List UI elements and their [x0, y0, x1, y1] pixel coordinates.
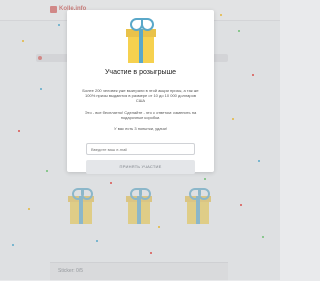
confetti-icon: [240, 204, 242, 206]
confetti-icon: [46, 170, 48, 172]
submit-button[interactable]: ПРИНЯТЬ УЧАСТИЕ: [86, 160, 195, 174]
confetti-icon: [96, 240, 98, 242]
confetti-icon: [220, 14, 222, 16]
confetti-icon: [12, 244, 14, 246]
confetti-icon: [204, 178, 206, 180]
confetti-icon: [150, 252, 152, 254]
email-input[interactable]: [86, 143, 195, 155]
modal-description: Более 200 человек уже выиграли в этой ак…: [82, 88, 199, 103]
confetti-icon: [158, 226, 160, 228]
modal-attempts-text: У вас есть 3 попытки, удачи!: [114, 126, 167, 131]
raffle-modal: Участие в розыгрыше Более 200 человек уж…: [67, 10, 214, 174]
confetti-icon: [58, 24, 60, 26]
confetti-icon: [258, 160, 260, 162]
confetti-icon: [22, 40, 24, 42]
confetti-icon: [262, 236, 264, 238]
confetti-icon: [110, 182, 112, 184]
confetti-icon: [28, 208, 30, 210]
confetti-icon: [40, 88, 42, 90]
confetti-icon: [238, 30, 240, 32]
modal-title: Участие в розыгрыше: [104, 69, 177, 76]
confetti-icon: [232, 118, 234, 120]
confetti-icon: [18, 130, 20, 132]
gift-box-icon: [124, 15, 158, 65]
confetti-icon: [252, 74, 254, 76]
modal-note: Это - все бесплатно! Сделайте - это с от…: [84, 110, 197, 120]
